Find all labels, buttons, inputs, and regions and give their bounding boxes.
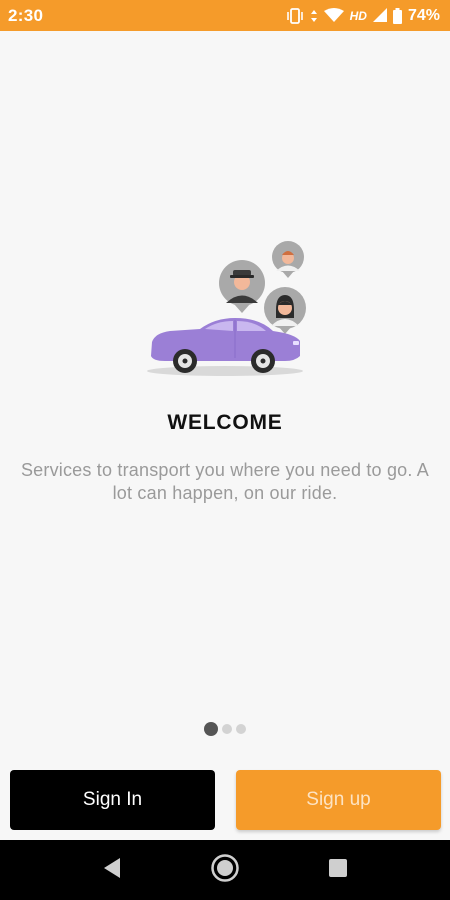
hd-label: HD [349,8,367,23]
recents-button[interactable] [308,840,368,900]
passenger-woman-avatar-icon [264,287,306,334]
page-indicator [0,722,450,736]
home-icon [210,853,240,888]
welcome-title: WELCOME [167,411,283,434]
home-button[interactable] [195,840,255,900]
welcome-illustration [145,238,310,383]
wifi-icon [323,8,344,23]
signal-icon [372,8,387,23]
status-icons: HD 74% [286,7,440,25]
status-bar: 2:30 HD 74% [0,0,450,31]
battery-icon [392,7,402,24]
page-dot-active[interactable] [204,722,218,736]
sign-in-button[interactable]: Sign In [10,770,215,830]
welcome-description: Services to transport you where you need… [20,460,430,503]
recents-icon [328,858,348,883]
back-icon [102,857,122,884]
data-arrows-icon [310,9,318,23]
passenger-man-avatar-icon [272,241,304,278]
page-dot[interactable] [222,724,232,734]
sign-up-button[interactable]: Sign up [236,770,441,830]
driver-avatar-icon [219,260,265,313]
navigation-bar [0,840,450,900]
battery-percent: 74% [407,6,440,24]
status-time: 2:30 [8,5,44,25]
vibrate-icon [286,7,304,24]
back-button[interactable] [82,840,142,900]
page-dot[interactable] [236,724,246,734]
